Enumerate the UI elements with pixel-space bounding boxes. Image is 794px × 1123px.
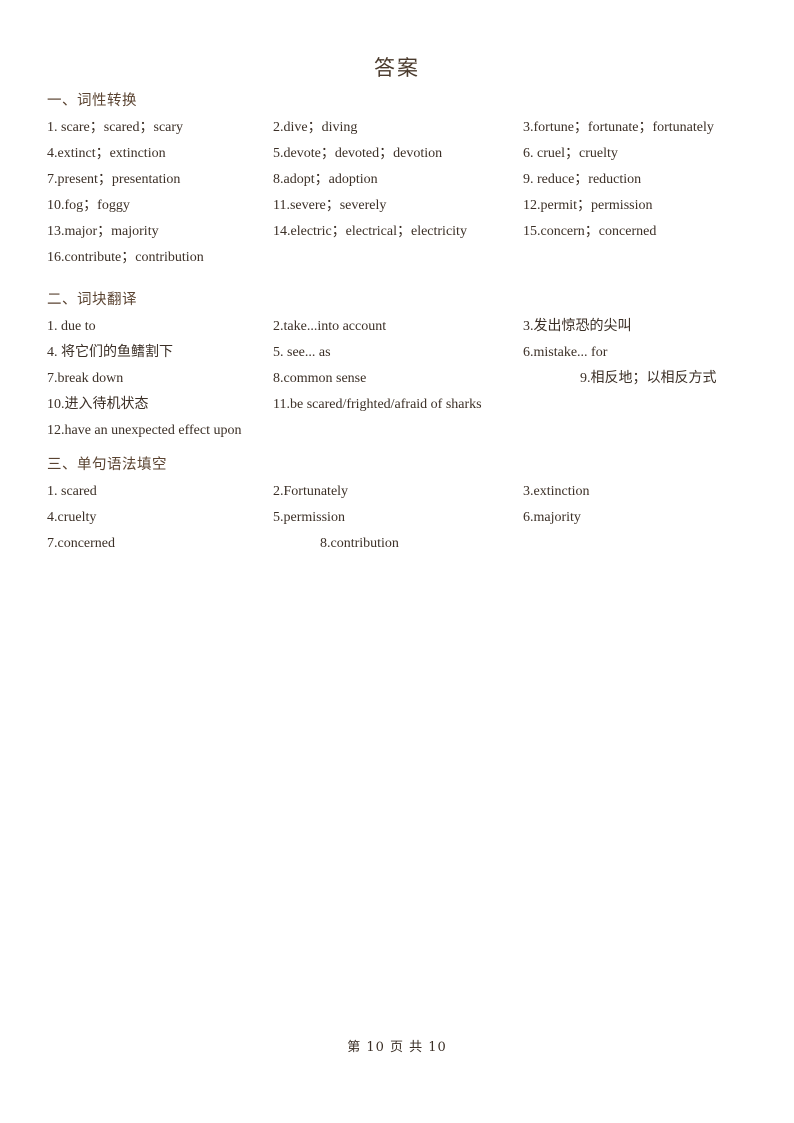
answer-item: 16.contribute；contribution — [47, 250, 204, 265]
answer-item: 9.相反地；以相反方式 — [580, 371, 717, 386]
answer-row: 1. scare；scared；scary 2.dive；diving 3.fo… — [47, 115, 747, 141]
answer-item: 2.take...into account — [273, 319, 387, 334]
answer-row: 7.present；presentation 8.adopt；adoption … — [47, 167, 747, 193]
answer-item: 10.fog；foggy — [47, 198, 130, 213]
answer-item: 5.permission — [273, 510, 345, 525]
answer-item: 12.permit；permission — [523, 198, 653, 213]
answer-item: 8.contribution — [320, 536, 399, 551]
answer-item: 8.common sense — [273, 371, 367, 386]
answer-item: 3.发出惊恐的尖叫 — [523, 319, 632, 334]
answer-item: 7.present；presentation — [47, 172, 181, 187]
answer-sheet-page: 答案 一、词性转换 1. scare；scared；scary 2.dive；d… — [0, 0, 794, 1123]
section-word-form-conversion: 一、词性转换 1. scare；scared；scary 2.dive；divi… — [47, 92, 747, 271]
answer-item: 4.extinct；extinction — [47, 146, 166, 161]
answer-item: 7.concerned — [47, 536, 116, 551]
answer-row: 12.have an unexpected effect upon — [47, 418, 747, 444]
answer-row: 4.extinct；extinction 5.devote；devoted；de… — [47, 141, 747, 167]
answer-row: 1. scared 2.Fortunately 3.extinction — [47, 479, 747, 505]
answer-row: 16.contribute；contribution — [47, 245, 747, 271]
answer-row: 1. due to 2.take...into account 3.发出惊恐的尖… — [47, 314, 747, 340]
answer-row: 7.break down 8.common sense 9.相反地；以相反方式 — [47, 366, 747, 392]
answer-row: 10.fog；foggy 11.severe；severely 12.permi… — [47, 193, 747, 219]
answer-row: 13.major；majority 14.electric；electrical… — [47, 219, 747, 245]
answer-item: 10.进入待机状态 — [47, 397, 149, 412]
answer-rows: 1. due to 2.take...into account 3.发出惊恐的尖… — [47, 314, 747, 444]
answer-item: 1. scare；scared；scary — [47, 120, 184, 135]
answer-item: 7.break down — [47, 371, 124, 386]
answer-rows: 1. scared 2.Fortunately 3.extinction 4.c… — [47, 479, 747, 557]
answer-item: 5.devote；devoted；devotion — [273, 146, 443, 161]
answer-item: 4. 将它们的鱼鳍割下 — [47, 345, 173, 360]
answer-item: 1. scared — [47, 484, 97, 499]
section-heading: 一、词性转换 — [47, 93, 137, 109]
answer-item: 1. due to — [47, 319, 96, 334]
answer-item: 5. see... as — [273, 345, 331, 360]
answer-item: 3.fortune；fortunate；fortunately — [523, 120, 714, 135]
answer-item: 12.have an unexpected effect upon — [47, 423, 242, 438]
answer-item: 4.cruelty — [47, 510, 97, 525]
answer-item: 6. cruel；cruelty — [523, 146, 618, 161]
answer-row: 4.cruelty 5.permission 6.majority — [47, 505, 747, 531]
answer-item: 2.dive；diving — [273, 120, 358, 135]
answer-content: 一、词性转换 1. scare；scared；scary 2.dive；divi… — [47, 92, 747, 557]
section-heading: 二、词块翻译 — [47, 292, 137, 308]
answer-item: 14.electric；electrical；electricity — [273, 224, 467, 239]
page-title: 答案 — [374, 56, 420, 80]
answer-item: 15.concern；concerned — [523, 224, 657, 239]
answer-row: 10.进入待机状态 11.be scared/frighted/afraid o… — [47, 392, 747, 418]
answer-item: 6.majority — [523, 510, 581, 525]
answer-item: 11.severe；severely — [273, 198, 387, 213]
section-phrase-translation: 二、词块翻译 1. due to 2.take...into account 3… — [47, 291, 747, 444]
answer-row: 7.concerned 8.contribution — [47, 531, 747, 557]
section-grammar-fill-in: 三、单句语法填空 1. scared 2.Fortunately 3.extin… — [47, 456, 747, 557]
answer-item: 8.adopt；adoption — [273, 172, 378, 187]
section-heading: 三、单句语法填空 — [47, 457, 167, 473]
answer-item: 13.major；majority — [47, 224, 159, 239]
answer-item: 9. reduce；reduction — [523, 172, 642, 187]
answer-row: 4. 将它们的鱼鳍割下 5. see... as 6.mistake... fo… — [47, 340, 747, 366]
answer-rows: 1. scare；scared；scary 2.dive；diving 3.fo… — [47, 115, 747, 271]
answer-item: 3.extinction — [523, 484, 590, 499]
answer-item: 2.Fortunately — [273, 484, 349, 499]
answer-item: 6.mistake... for — [523, 345, 608, 360]
page-footer: 第 10 页 共 10 — [347, 1040, 447, 1055]
answer-item: 11.be scared/frighted/afraid of sharks — [273, 397, 482, 412]
